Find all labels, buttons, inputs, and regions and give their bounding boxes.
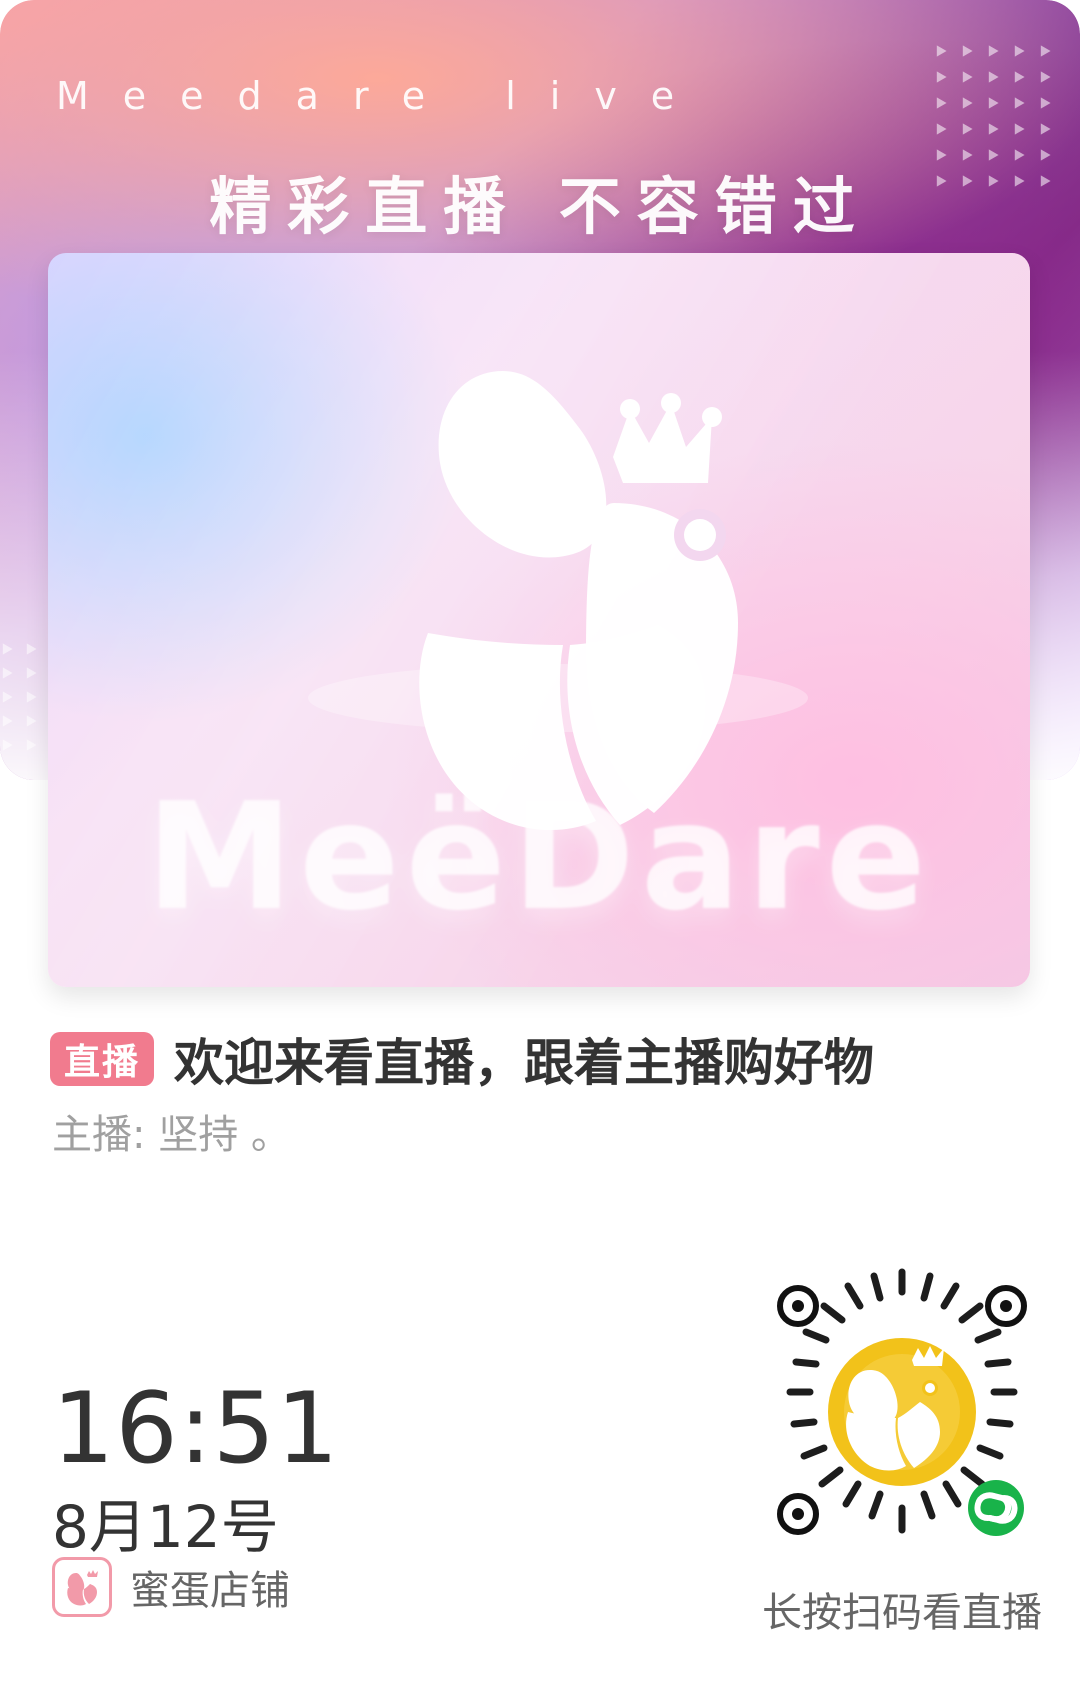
store-row: 蜜蛋店铺: [52, 1555, 290, 1619]
decorative-triangle-dots-right: [934, 44, 1074, 214]
mini-program-link-icon: [968, 1480, 1024, 1536]
banner-slogan: 精彩直播 不容错过: [209, 170, 871, 243]
qr-caption: 长按扫码看直播: [762, 1590, 1042, 1636]
start-date: 8月12号: [52, 1493, 279, 1561]
banner-top-text: Meedare live: [56, 74, 709, 118]
start-time: 16:51: [52, 1372, 340, 1486]
live-share-poster: Meedare live 精彩直播 不容错过 MeëDare 直播 欢迎来看直播…: [0, 0, 1080, 1684]
live-cover-image: MeëDare: [48, 253, 1030, 987]
cover-wordmark: MeëDare: [145, 771, 933, 943]
host-line: 主播: 坚持 。: [52, 1112, 291, 1158]
live-badge: 直播: [50, 1032, 155, 1086]
bee-with-crown-icon: [52, 1557, 112, 1617]
live-title: 欢迎来看直播，跟着主播购好物: [174, 1034, 875, 1092]
qr-code[interactable]: [752, 1262, 1052, 1562]
live-title-row: 直播 欢迎来看直播，跟着主播购好物: [50, 1024, 1030, 1094]
store-name: 蜜蛋店铺: [130, 1568, 290, 1614]
